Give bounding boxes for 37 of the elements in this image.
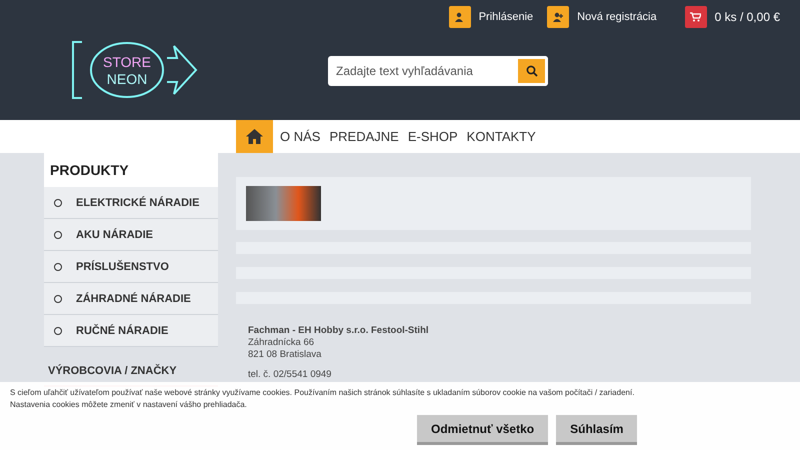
register-button[interactable]	[547, 6, 570, 28]
company-name: Fachman - EH Hobby s.r.o. Festool-Stihl	[248, 325, 430, 337]
sidebar-title: PRODUKTY	[44, 153, 218, 187]
user-icon	[454, 12, 465, 22]
nav-link[interactable]: PREDAJNE	[329, 129, 399, 144]
home-button[interactable]	[236, 120, 273, 153]
nav-link[interactable]: O NÁS	[280, 129, 320, 144]
category-link[interactable]: RUČNÉ NÁRADIE	[44, 315, 218, 347]
search-button[interactable]	[518, 56, 548, 86]
category-link[interactable]: ELEKTRICKÉ NÁRADIE	[44, 187, 218, 219]
bullet-icon	[54, 262, 62, 270]
home-icon	[246, 129, 263, 144]
cart-summary[interactable]: 0 ks / 0,00 €	[714, 10, 780, 24]
category-link[interactable]: ZÁHRADNÉ NÁRADIE	[44, 283, 218, 315]
account-link[interactable]: Prihlásenie	[478, 11, 534, 23]
cookie-text: Nastavenia cookies môžete zmeniť v nastavení vášho prehliadača.	[10, 399, 248, 411]
bullet-icon	[54, 198, 62, 206]
nav-link[interactable]: KONTAKTY	[466, 129, 536, 144]
bullet-icon	[54, 326, 62, 334]
cart-icon	[690, 12, 702, 22]
phone-text: tel. č. 02/5541 0949	[248, 369, 332, 381]
bullet-icon	[54, 230, 62, 238]
account-link[interactable]: Nová registrácia	[577, 11, 657, 23]
category-link[interactable]: AKU NÁRADIE	[44, 219, 218, 251]
bullet-icon	[54, 294, 62, 302]
cookie-text: S cieľom uľahčiť užívateľom používať naše webové stránky využívame cookies. Používaním našich stránok súhlasíte s ukladaním súborov cookie na vašom počítači / zariadení.	[10, 387, 636, 399]
cookie-button[interactable]: Súhlasím	[556, 415, 638, 445]
user-plus-icon	[553, 12, 564, 22]
cart-button[interactable]	[684, 6, 707, 28]
cookie-button[interactable]: Odmietnuť všetko	[417, 415, 548, 445]
nav-link[interactable]: E-SHOP	[408, 129, 458, 144]
search-field[interactable]: Zadajte text vyhľadávania	[328, 56, 518, 86]
category-link[interactable]: PRÍSLUŠENSTVO	[44, 251, 218, 283]
login-button[interactable]	[448, 6, 471, 28]
address-line: Záhradnícka 66	[248, 337, 316, 349]
search-icon	[526, 65, 538, 77]
address-line: 821 08 Bratislava	[248, 349, 322, 361]
